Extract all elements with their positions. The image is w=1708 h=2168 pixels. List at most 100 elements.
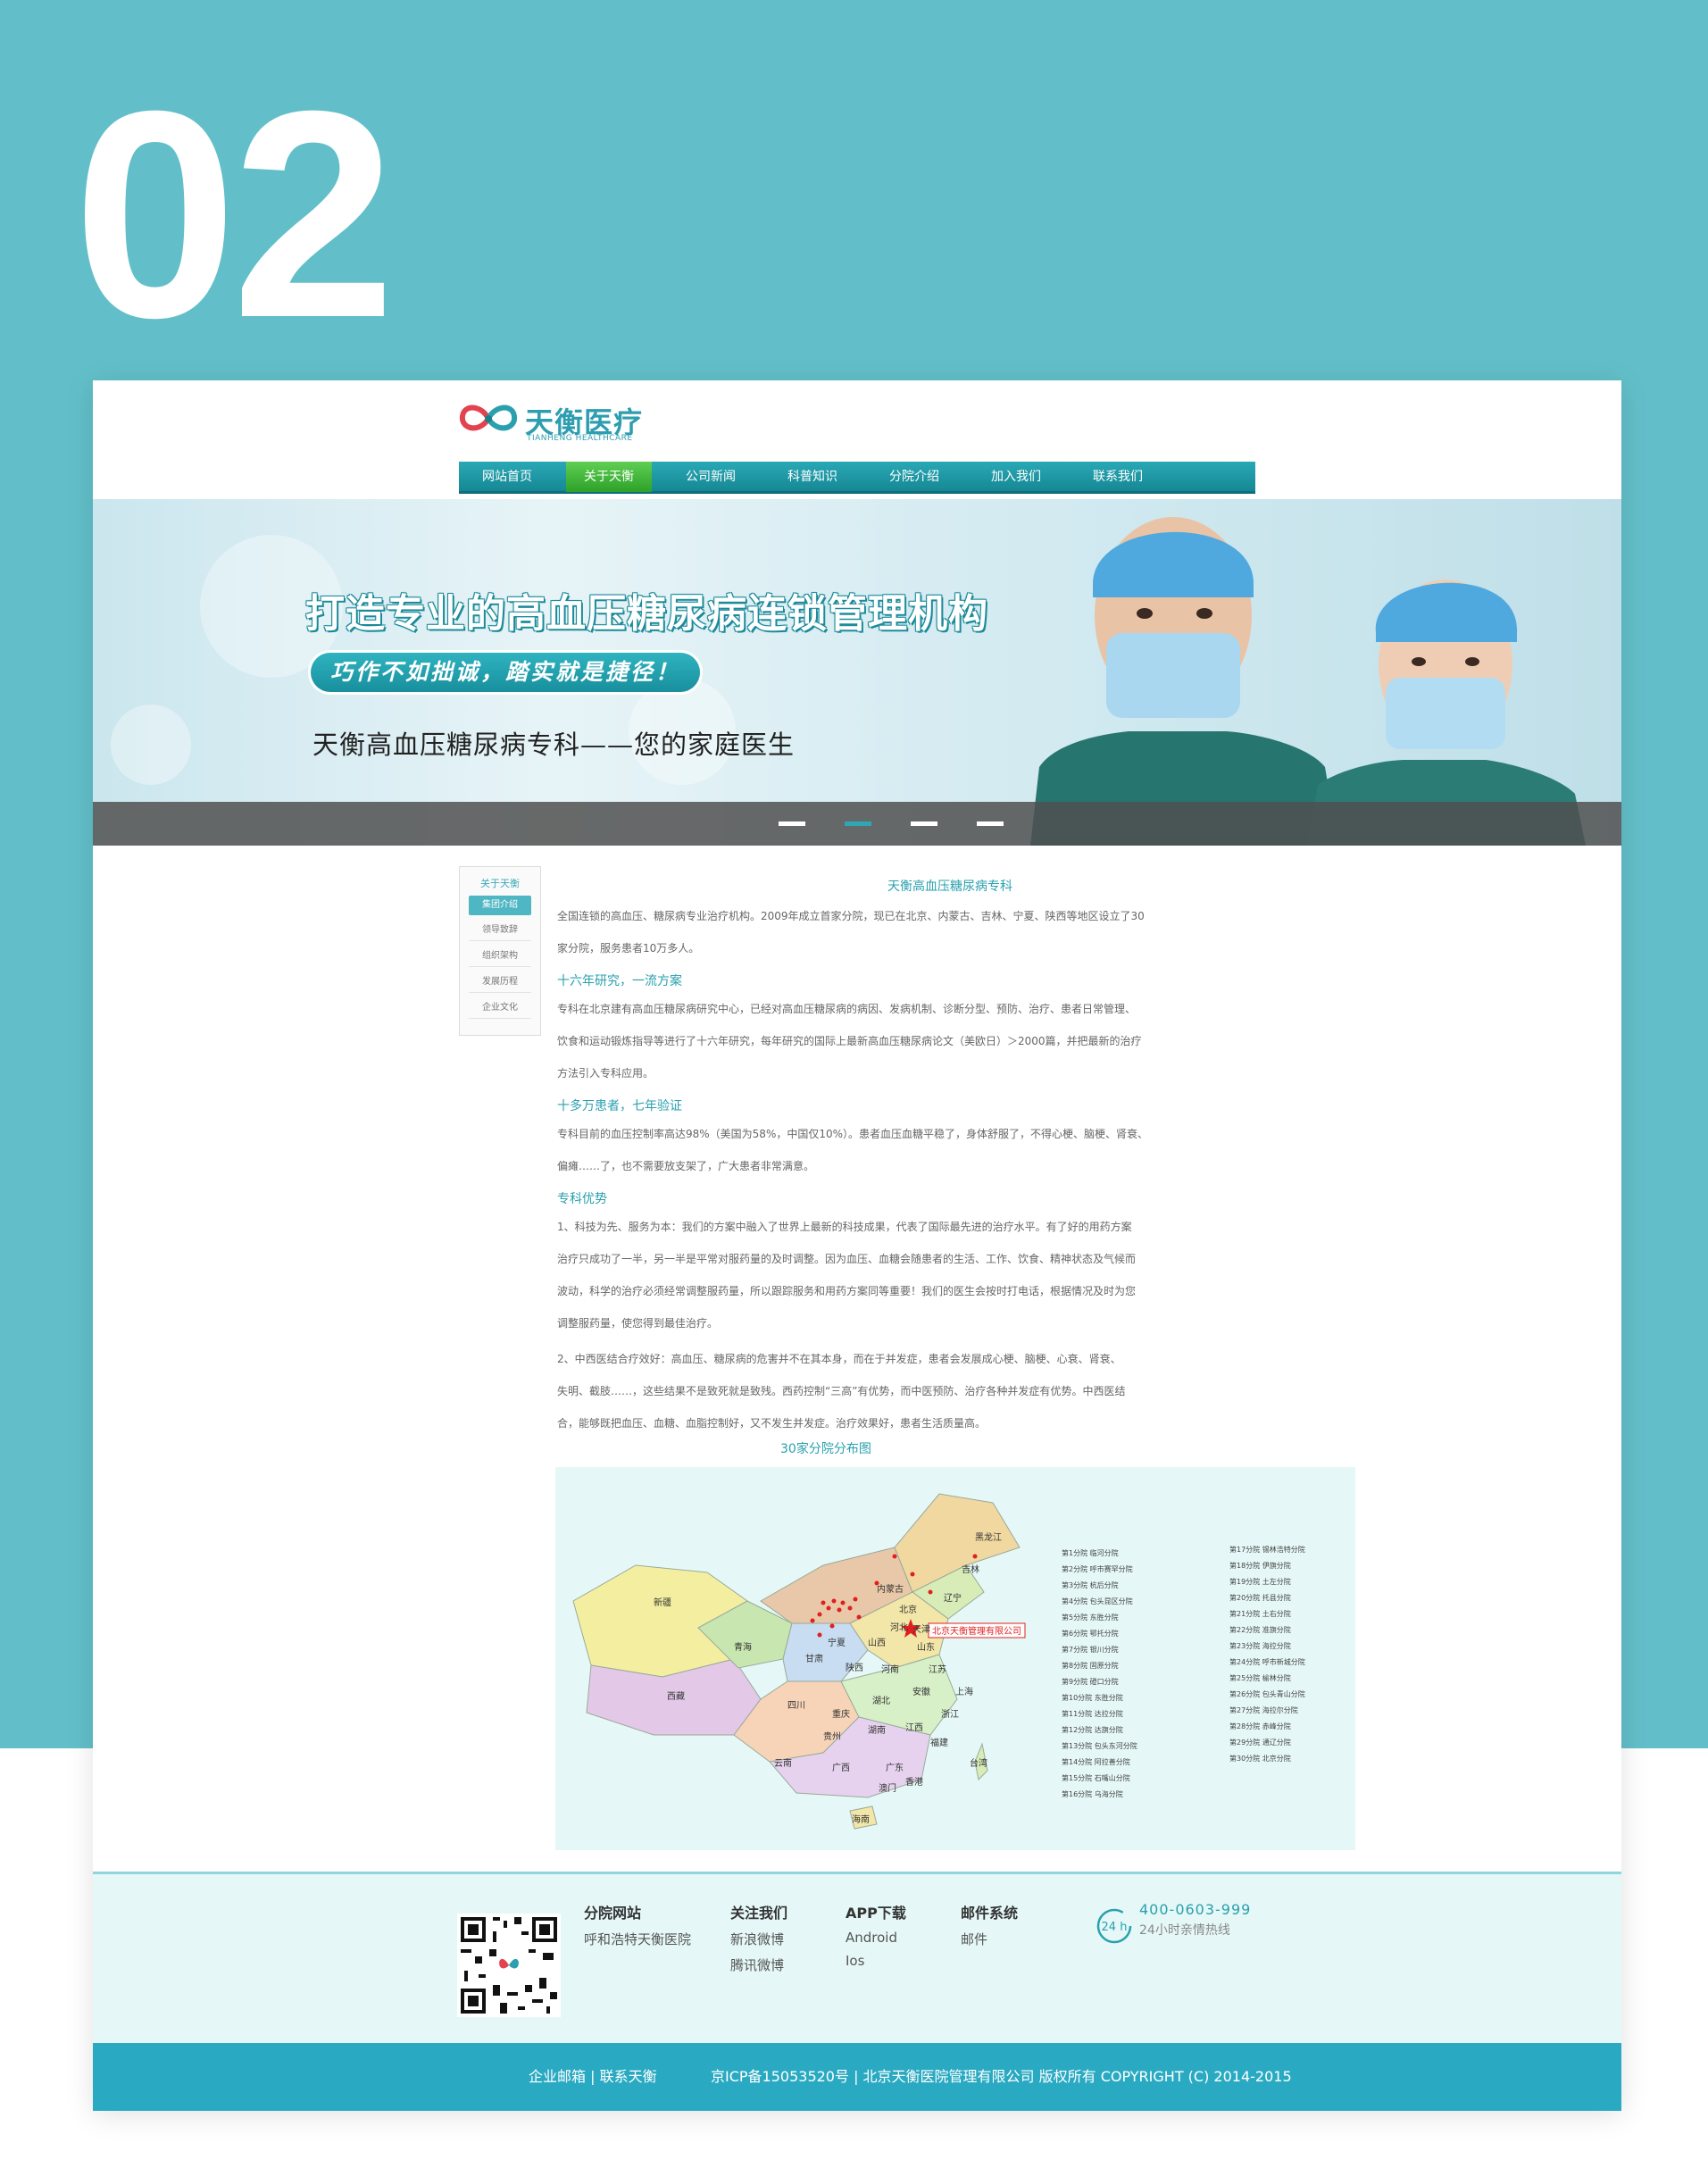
banner-headline: 打造专业的高血压糖尿病连锁管理机构 bbox=[305, 591, 988, 637]
section-heading: 十六年研究，一流方案 bbox=[557, 974, 682, 988]
branch-item: 第6分院 鄂托分院 bbox=[1062, 1630, 1119, 1638]
branch-item: 第4分院 包头昆区分院 bbox=[1062, 1597, 1133, 1605]
article-paragraph: 家分院，服务患者10万多人。 bbox=[557, 942, 700, 955]
branch-list-right: 第17分院 锡林浩特分院 第18分院 伊旗分院 第19分院 土左分院 第20分院… bbox=[1229, 1542, 1305, 1767]
side-item-culture[interactable]: 企业文化 bbox=[469, 998, 531, 1019]
copyright-bar: 企业邮箱 | 联系天衡 京ICP备15053520号 | 北京天衡医院管理有限公… bbox=[93, 2043, 1621, 2111]
branch-item: 第29分院 通辽分院 bbox=[1229, 1739, 1291, 1747]
article-paragraph: 失明、截肢……，这些结果不是致死就是致残。西药控制“三高”有优势，而中医预防、治… bbox=[557, 1385, 1126, 1397]
map-province-label: 河北 bbox=[890, 1622, 908, 1633]
nav-home[interactable]: 网站首页 bbox=[464, 462, 550, 492]
hotline-number[interactable]: 400-0603-999 bbox=[1139, 1901, 1251, 1918]
map-province-label: 湖南 bbox=[868, 1724, 886, 1736]
footer-heading: 邮件系统 bbox=[961, 1905, 1019, 1922]
doctors-illustration bbox=[1030, 517, 1586, 846]
map-province-label: 四川 bbox=[787, 1701, 805, 1711]
map-province-label: 台湾 bbox=[970, 1757, 987, 1769]
footer-link-android[interactable]: Android bbox=[846, 1930, 906, 1946]
website-screenshot: 天衡医疗 TIANHENG HEALTHCARE 网站首页 关于天衡 公司新闻 … bbox=[93, 380, 1621, 2111]
slide-dot-4[interactable] bbox=[977, 821, 1004, 826]
map-province-label: 北京 bbox=[899, 1604, 917, 1615]
article-content: 天衡高血压糖尿病专科 全国连锁的高血压、糖尿病专业治疗机构。2009年成立首家分… bbox=[557, 877, 1343, 1439]
branch-list-left: 第1分院 临河分院 第2分院 呼市赛罕分院 第3分院 杭后分院 第4分院 包头昆… bbox=[1062, 1546, 1137, 1803]
article-paragraph: 方法引入专科应用。 bbox=[557, 1067, 654, 1080]
branch-item: 第1分院 临河分院 bbox=[1062, 1549, 1119, 1557]
map-province-label: 河南 bbox=[881, 1664, 899, 1675]
article-paragraph: 偏瘫……了，也不需要放支架了，广大患者非常满意。 bbox=[557, 1160, 815, 1172]
slide-dot-3[interactable] bbox=[911, 821, 937, 826]
article-paragraph: 2、中西医结合疗效好：高血压、糖尿病的危害并不在其本身，而在于并发症，患者会发展… bbox=[557, 1353, 1121, 1365]
article-paragraph: 全国连锁的高血压、糖尿病专业治疗机构。2009年成立首家分院，现已在北京、内蒙古… bbox=[557, 910, 1145, 922]
hotline-text: 24小时亲情热线 bbox=[1139, 1923, 1230, 1938]
banner-subtitle: 天衡高血压糖尿病专科——您的家庭医生 bbox=[312, 730, 796, 760]
footer-link-tencent-weibo[interactable]: 腾讯微博 bbox=[730, 1955, 787, 1974]
footer-link-mail[interactable]: 邮件 bbox=[961, 1930, 1018, 1948]
map-province-label: 贵州 bbox=[823, 1730, 841, 1742]
map-province-label: 广西 bbox=[832, 1763, 850, 1773]
branch-item: 第21分院 土右分院 bbox=[1229, 1610, 1291, 1618]
site-footer: 分院网站 呼和浩特天衡医院 关注我们 新浪微博 腾讯微博 APP下载 Andro… bbox=[93, 1872, 1621, 2044]
branch-item: 第27分院 海拉尔分院 bbox=[1229, 1706, 1298, 1714]
hotline-icon-label: 24 h bbox=[1102, 1921, 1128, 1934]
map-province-label: 海南 bbox=[852, 1814, 870, 1825]
china-map-illustration: 北京天衡管理有限公司 黑龙江 吉林 辽宁 内蒙古 新疆 北京 天津 河北 山西 … bbox=[572, 1493, 1026, 1830]
branch-item: 第16分院 乌海分院 bbox=[1062, 1790, 1123, 1798]
branch-item: 第22分院 准旗分院 bbox=[1229, 1626, 1291, 1634]
branch-item: 第19分院 土左分院 bbox=[1229, 1578, 1291, 1586]
branch-item: 第14分院 阿拉善分院 bbox=[1062, 1758, 1130, 1766]
map-province-label: 江西 bbox=[905, 1722, 923, 1733]
branch-item: 第13分院 包头东河分院 bbox=[1062, 1742, 1137, 1750]
branch-item: 第2分院 呼市赛罕分院 bbox=[1062, 1565, 1133, 1573]
nav-about[interactable]: 关于天衡 bbox=[566, 461, 652, 492]
slide-dot-2[interactable] bbox=[845, 821, 871, 826]
branch-item: 第17分院 锡林浩特分院 bbox=[1229, 1546, 1305, 1554]
copyright-text: 京ICP备15053520号 | 北京天衡医院管理有限公司 版权所有 COPYR… bbox=[711, 2068, 1292, 2085]
article-paragraph: 1、科技为先、服务为本：我们的方案中融入了世界上最新的科技成果，代表了国际最先进… bbox=[557, 1221, 1132, 1233]
slide-dot-1[interactable] bbox=[779, 821, 805, 826]
logo-mark-icon bbox=[459, 404, 518, 431]
nav-news[interactable]: 公司新闻 bbox=[668, 462, 754, 492]
nav-knowledge[interactable]: 科普知识 bbox=[770, 462, 855, 492]
footer-link-hohhot[interactable]: 呼和浩特天衡医院 bbox=[584, 1930, 691, 1948]
map-hq-label: 北京天衡管理有限公司 bbox=[932, 1625, 1021, 1637]
nav-join[interactable]: 加入我们 bbox=[973, 462, 1059, 492]
bottom-links[interactable]: 企业邮箱 | 联系天衡 bbox=[529, 2043, 657, 2111]
map-province-label: 山西 bbox=[868, 1638, 886, 1648]
nav-branches[interactable]: 分院介绍 bbox=[871, 462, 957, 492]
map-province-label: 安徽 bbox=[912, 1686, 930, 1697]
side-menu-title: 关于天衡 bbox=[480, 878, 520, 889]
map-province-label: 吉林 bbox=[962, 1563, 979, 1575]
main-nav: 网站首页 关于天衡 公司新闻 科普知识 分院介绍 加入我们 联系我们 bbox=[459, 461, 1255, 494]
map-province-label: 上海 bbox=[955, 1686, 973, 1697]
map-province-label: 山东 bbox=[917, 1641, 935, 1653]
map-province-label: 湖北 bbox=[872, 1696, 890, 1706]
article-paragraph: 调整服药量，使您得到最佳治疗。 bbox=[557, 1317, 719, 1330]
nav-contact[interactable]: 联系我们 bbox=[1075, 462, 1161, 492]
side-item-group-intro[interactable]: 集团介绍 bbox=[469, 896, 531, 915]
banner-decor bbox=[111, 705, 191, 785]
side-item-structure[interactable]: 组织架构 bbox=[469, 946, 531, 967]
side-item-history[interactable]: 发展历程 bbox=[469, 972, 531, 993]
map-province-label: 广东 bbox=[886, 1762, 904, 1773]
branch-item: 第24分院 呼市新城分院 bbox=[1229, 1658, 1305, 1666]
footer-link-sina-weibo[interactable]: 新浪微博 bbox=[730, 1930, 787, 1948]
side-item-leader-speech[interactable]: 领导致辞 bbox=[469, 921, 531, 941]
footer-heading: APP下载 bbox=[846, 1905, 906, 1922]
article-paragraph: 专科目前的血压控制率高达98%（美国为58%，中国仅10%）。患者血压血糖平稳了… bbox=[557, 1128, 1149, 1140]
footer-mail: 邮件系统 邮件 bbox=[961, 1901, 1018, 1955]
slide-number: 02 bbox=[73, 49, 396, 379]
footer-link-ios[interactable]: Ios bbox=[846, 1953, 906, 1969]
section-heading: 专科优势 bbox=[557, 1192, 607, 1206]
footer-app: APP下载 Android Ios bbox=[846, 1901, 906, 1976]
footer-follow: 关注我们 新浪微博 腾讯微博 bbox=[730, 1901, 787, 1981]
map-province-label: 重庆 bbox=[832, 1708, 850, 1720]
map-province-label: 江苏 bbox=[929, 1664, 946, 1675]
map-province-label: 内蒙古 bbox=[877, 1583, 904, 1595]
clock-24h-icon: 24 h bbox=[1096, 1908, 1132, 1944]
site-logo[interactable]: 天衡医疗 TIANHENG HEALTHCARE bbox=[457, 396, 654, 448]
qr-code-icon[interactable] bbox=[457, 1914, 561, 2017]
map-province-label: 西藏 bbox=[667, 1691, 685, 1702]
map-province-label: 云南 bbox=[774, 1757, 792, 1769]
footer-heading: 分院网站 bbox=[584, 1905, 642, 1922]
branch-item: 第11分院 达拉分院 bbox=[1062, 1710, 1123, 1718]
